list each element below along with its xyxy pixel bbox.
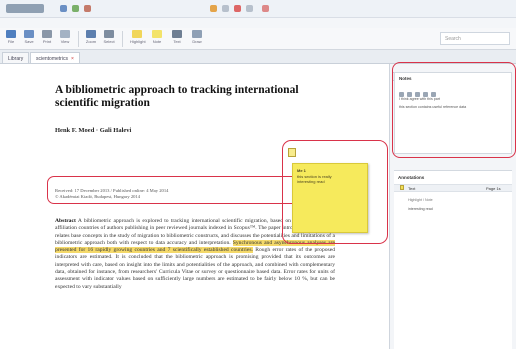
zoom-icon (86, 30, 96, 38)
title-bar (0, 0, 516, 18)
paper-title: A bibliometric approach to tracking inte… (55, 84, 299, 109)
draw-button[interactable]: Draw (190, 30, 204, 46)
print-button[interactable]: Print (40, 30, 54, 46)
save-icon (24, 30, 34, 38)
annotations-header: Annotations (398, 175, 425, 180)
column-text[interactable]: Text (408, 186, 415, 191)
text-icon (172, 30, 182, 38)
note-annotation-icon (400, 185, 404, 190)
highlight-button[interactable]: Highlight (130, 30, 146, 46)
column-page[interactable]: Page 1s (486, 186, 501, 191)
annotation-text[interactable]: interesting read (408, 207, 433, 211)
search-input[interactable]: Search (440, 32, 510, 45)
note-anchor-icon[interactable] (288, 148, 296, 157)
sticky-note[interactable]: Me 1 this section is really interesting … (292, 163, 368, 233)
tool-a-icon[interactable] (210, 5, 217, 12)
annotation-author[interactable]: Highlight / Note (408, 198, 433, 202)
tab-document[interactable]: scientometrics × (30, 52, 80, 63)
select-icon (104, 30, 114, 38)
close-tab-icon[interactable]: × (71, 56, 74, 62)
tool-c-icon[interactable] (234, 5, 241, 12)
annotations-column-header: Text Page 1s (394, 184, 512, 192)
notes-panel-frame (392, 62, 516, 158)
zoom-button[interactable]: Zoom (84, 30, 98, 46)
open-icon (6, 30, 16, 38)
tool-d-icon[interactable] (246, 5, 253, 12)
view-button[interactable]: View (58, 30, 72, 46)
print-icon (42, 30, 52, 38)
abstract-label: Abstract (55, 218, 76, 224)
note-button[interactable]: Note (150, 30, 164, 46)
note-icon (152, 30, 162, 38)
draw-icon (192, 30, 202, 38)
ribbon-toolbar: File Save Print View Zoom Select Highlig… (0, 28, 516, 50)
select-button[interactable]: Select (102, 30, 116, 46)
app-logo-icon (6, 4, 44, 13)
tool-e-icon[interactable] (262, 5, 269, 12)
text-button[interactable]: Text (170, 30, 184, 46)
page-icon (60, 30, 70, 38)
save-button[interactable]: Save (22, 30, 36, 46)
annotations-panel: Annotations Text Page 1s Highlight / Not… (394, 170, 512, 349)
highlight-icon (132, 30, 142, 38)
file-button[interactable]: File (4, 30, 18, 46)
tab-library[interactable]: Library (2, 52, 30, 63)
save-quick-icon[interactable] (60, 5, 67, 12)
paper-authors: Henk F. Moed · Gali Halevi (55, 127, 132, 134)
ribbon-tab-strip (0, 18, 516, 28)
redo-quick-icon[interactable] (84, 5, 91, 12)
undo-quick-icon[interactable] (72, 5, 79, 12)
tool-b-icon[interactable] (222, 5, 229, 12)
